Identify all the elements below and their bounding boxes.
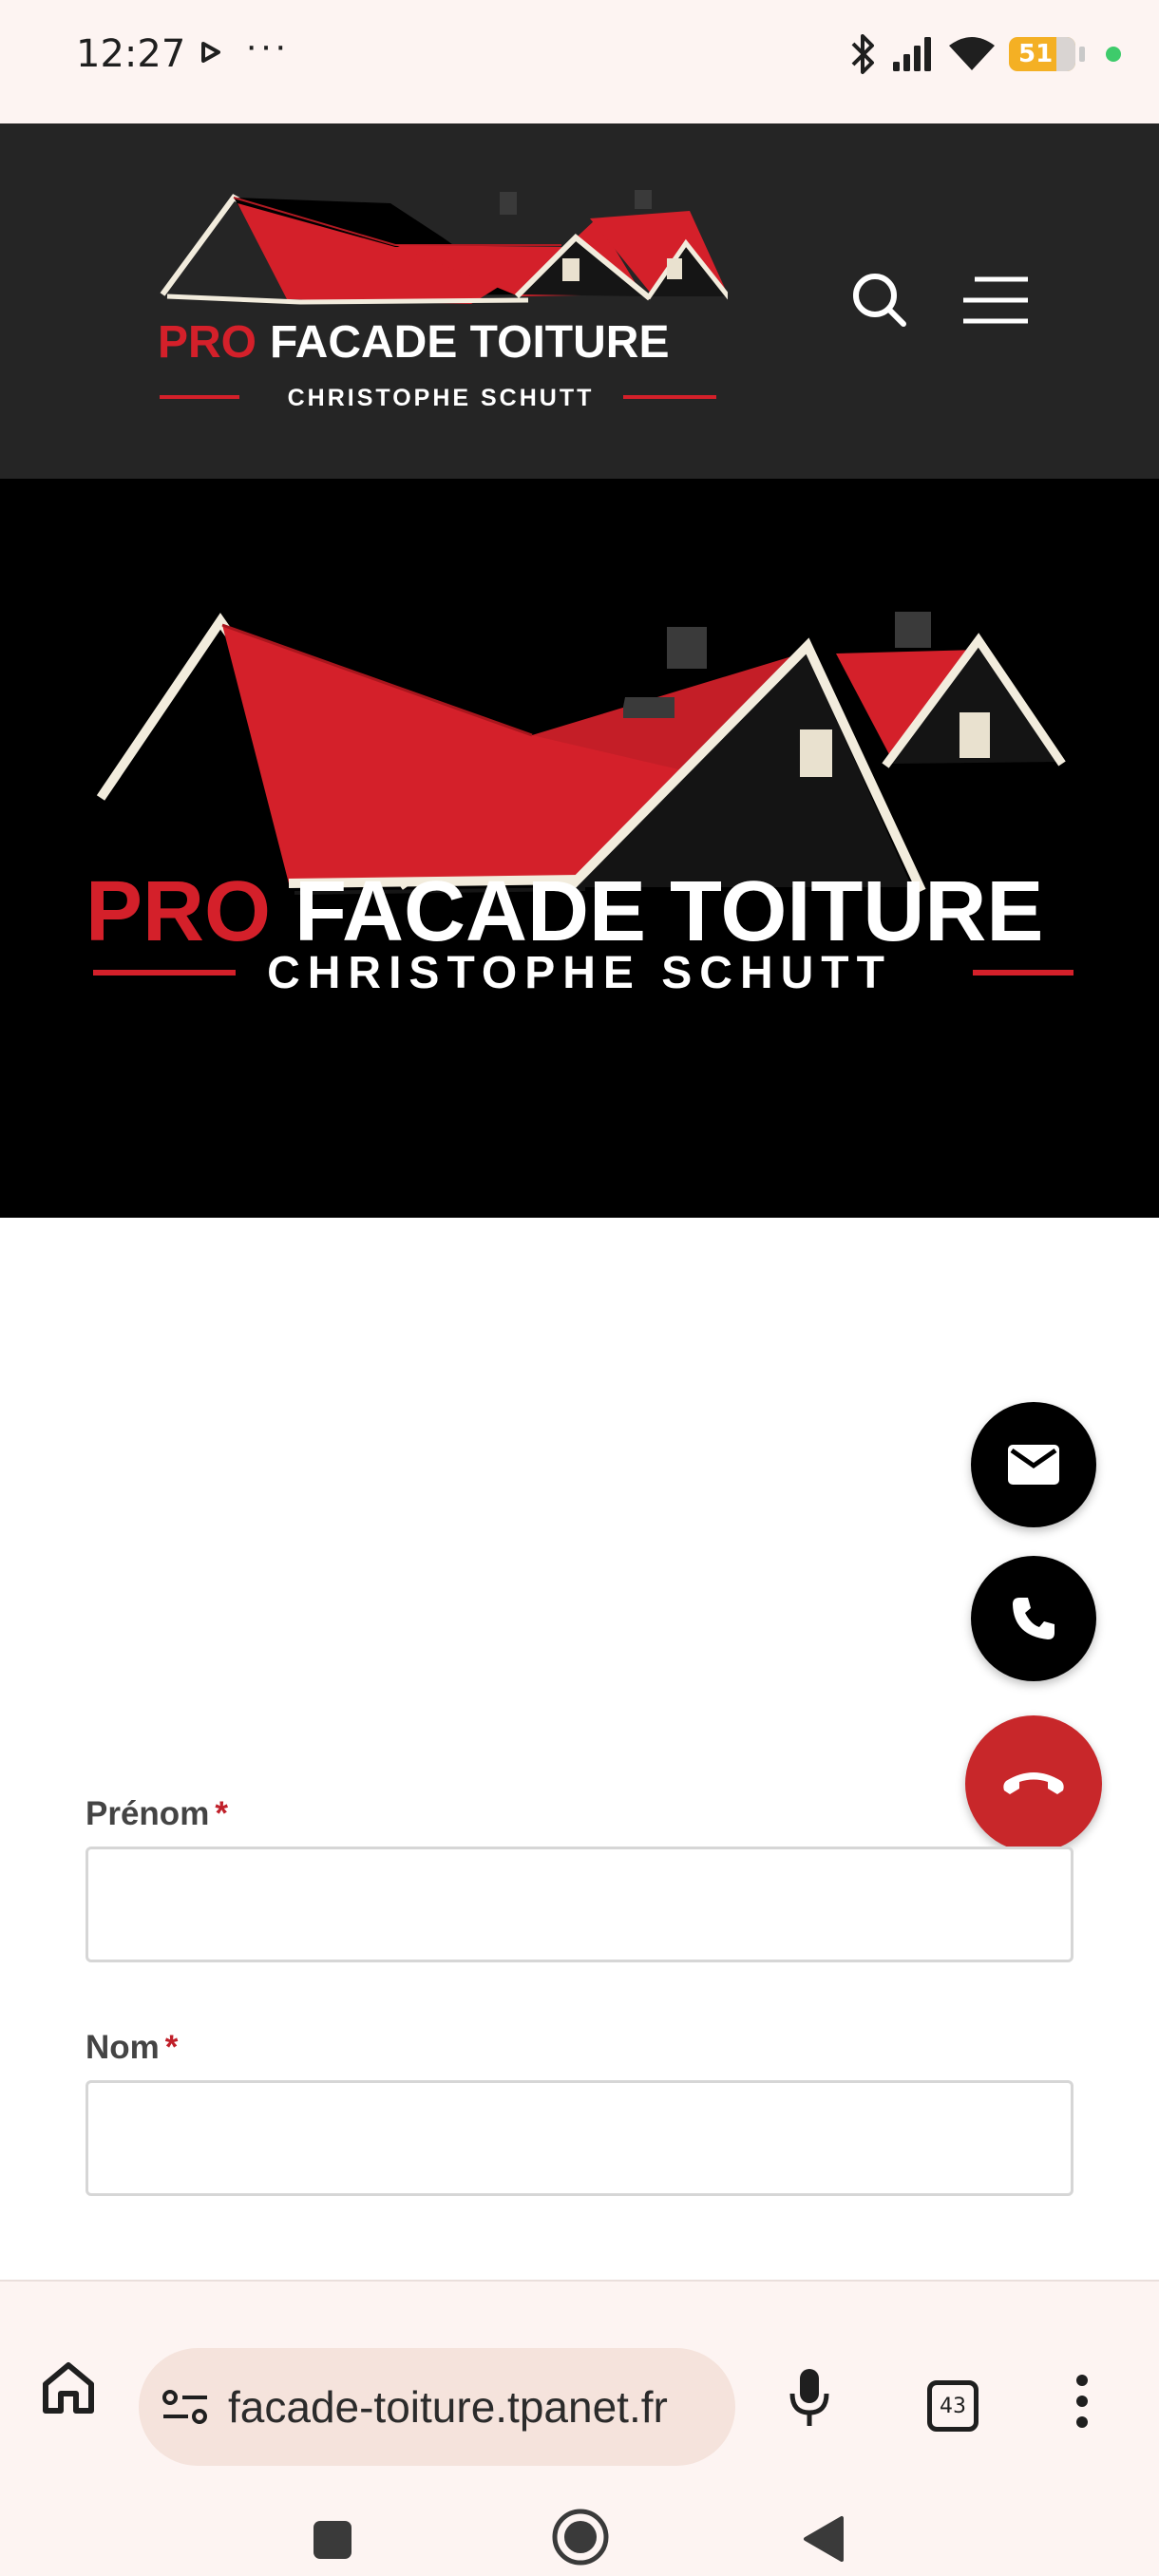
hero-logo-subtitle-row: CHRISTOPHE SCHUTT — [93, 948, 1074, 997]
battery-level: 51 — [1018, 40, 1054, 68]
url-text: facade-toiture.tpanet.fr — [228, 2382, 668, 2432]
status-indicators: 51 — [849, 32, 1121, 76]
home-circle-icon[interactable] — [551, 2508, 610, 2567]
hero-logo-subtitle: CHRISTOPHE SCHUTT — [267, 948, 892, 997]
status-time: 12:27 — [76, 32, 186, 76]
first-name-group: Prénom * — [86, 1795, 1074, 1962]
search-icon[interactable] — [851, 272, 908, 329]
header-logo-prefix: PRO — [158, 317, 256, 368]
first-name-label: Prénom * — [86, 1795, 228, 1832]
phone-icon — [1013, 1598, 1054, 1639]
bluetooth-icon — [851, 34, 874, 74]
first-name-label-text: Prénom — [86, 1795, 210, 1832]
last-name-input[interactable] — [86, 2080, 1074, 2196]
more-icon[interactable] — [1075, 2373, 1089, 2430]
mic-icon[interactable] — [788, 2367, 830, 2428]
phone-contact-button[interactable] — [971, 1556, 1096, 1681]
home-icon[interactable] — [40, 2359, 97, 2416]
email-contact-button[interactable] — [971, 1402, 1096, 1527]
play-icon — [201, 42, 220, 63]
mail-icon — [1008, 1445, 1059, 1485]
required-marker: * — [164, 2029, 179, 2066]
status-more-dots: ··· — [245, 25, 289, 66]
last-name-label-text: Nom — [86, 2029, 160, 2066]
first-name-input[interactable] — [86, 1847, 1074, 1962]
site-header: PRO FACADE TOITURE CHRISTOPHE SCHUTT — [0, 123, 1159, 479]
address-bar[interactable]: facade-toiture.tpanet.fr — [139, 2348, 735, 2466]
last-name-group: Nom * — [86, 2029, 1074, 2196]
recents-icon[interactable] — [312, 2519, 353, 2561]
hero-banner: PRO FACADE TOITURE CHRISTOPHE SCHUTT — [0, 479, 1159, 1218]
required-marker: * — [215, 1795, 228, 1832]
back-icon[interactable] — [802, 2515, 844, 2563]
header-logo[interactable]: PRO FACADE TOITURE CHRISTOPHE SCHUTT — [158, 190, 728, 427]
menu-icon[interactable] — [961, 275, 1030, 325]
privacy-indicator-dot — [1106, 47, 1121, 62]
system-navigation-bar — [0, 2481, 1159, 2576]
hang-up-icon — [1003, 1772, 1064, 1794]
last-name-label: Nom * — [86, 2029, 178, 2066]
tabs-icon[interactable]: 43 — [927, 2380, 978, 2432]
wifi-icon — [949, 37, 995, 70]
contact-form: Prénom * Nom * — [86, 1795, 1074, 2196]
status-bar: 12:27 ··· 51 — [0, 0, 1159, 123]
header-logo-main: FACADE TOITURE — [270, 317, 669, 368]
battery-icon: 51 — [1009, 37, 1085, 71]
site-settings-icon[interactable] — [162, 2388, 209, 2426]
header-logo-subtitle: CHRISTOPHE SCHUTT — [288, 385, 595, 411]
browser-toolbar: facade-toiture.tpanet.fr 43 — [0, 2280, 1159, 2576]
signal-icon — [893, 37, 931, 71]
